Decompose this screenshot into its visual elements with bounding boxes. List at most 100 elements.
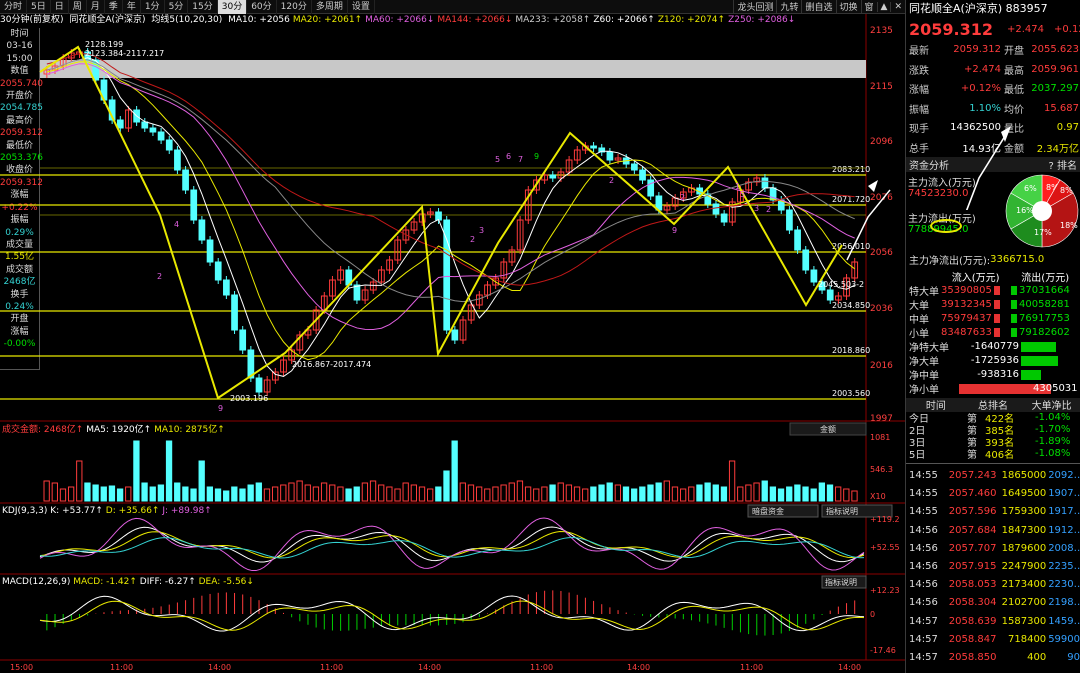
- candle-body[interactable]: [639, 169, 646, 181]
- candle-body[interactable]: [182, 169, 189, 191]
- flow-out-value: 76917753: [1019, 313, 1070, 324]
- candle-body[interactable]: [231, 294, 238, 331]
- candle-body[interactable]: [149, 127, 157, 133]
- volume-bar: [835, 486, 842, 502]
- candle-body[interactable]: [223, 279, 230, 296]
- volume-bar: [271, 486, 279, 502]
- sequence-number-1: 4: [174, 220, 179, 229]
- candle-body[interactable]: [720, 213, 728, 223]
- candle-body[interactable]: [198, 219, 206, 241]
- rank-ratio: -1.04%: [1035, 412, 1071, 423]
- candle-body[interactable]: [116, 119, 124, 129]
- price-tick-0: 2135: [870, 26, 893, 36]
- net-bar-cell: -1640779: [959, 341, 1077, 353]
- time-tick-6: 14:00: [627, 663, 650, 672]
- amount-select-label: 金额: [820, 424, 836, 434]
- volume-bar: [802, 486, 809, 502]
- candle-body[interactable]: [631, 163, 638, 171]
- flow-row: 中单 75979437 76917753: [906, 312, 1080, 326]
- volume-bar: [639, 486, 646, 502]
- pie-label-3: 17%: [1034, 228, 1052, 237]
- candle-body[interactable]: [157, 131, 165, 141]
- tick-price: 2057.596: [948, 506, 997, 518]
- candle-body[interactable]: [435, 211, 442, 221]
- tick-row: 14:56 2057.684 18473001912…: [906, 521, 1080, 539]
- sequence-number-6: 9: [534, 152, 539, 161]
- candle-body[interactable]: [549, 174, 557, 179]
- candle-body[interactable]: [590, 145, 597, 149]
- candle-body[interactable]: [606, 151, 614, 161]
- tick-amount: 59900: [1048, 633, 1080, 645]
- quote-value: 14362500: [950, 122, 1001, 134]
- candle-body[interactable]: [174, 149, 181, 171]
- tick-row: 14:57 2058.639 15873001459…: [906, 612, 1080, 630]
- volume-bar: [777, 488, 785, 502]
- tick-price: 2057.460: [948, 488, 997, 500]
- time-tick-3: 11:00: [320, 663, 343, 672]
- candle-body[interactable]: [141, 121, 149, 129]
- candle-body[interactable]: [810, 269, 818, 283]
- candle-body[interactable]: [451, 329, 459, 341]
- volume-bar: [720, 486, 728, 502]
- volume-bar: [116, 488, 124, 502]
- candle-body[interactable]: [786, 209, 793, 231]
- arrow-head-icon: [868, 180, 878, 192]
- candle-body[interactable]: [255, 377, 263, 393]
- tick-row: 14:55 2057.460 16495001907…: [906, 485, 1080, 503]
- candle-body[interactable]: [206, 239, 214, 263]
- tick-volume: 1649500: [1001, 488, 1047, 500]
- volume-bar: [459, 482, 466, 502]
- volume-bar: [149, 486, 156, 502]
- candle-body[interactable]: [794, 229, 801, 251]
- level-label-4: 2018.860: [832, 346, 870, 355]
- volume-bar: [255, 482, 262, 502]
- quote-value-2: 2059.961: [1031, 63, 1079, 75]
- quote-label: 涨幅: [909, 85, 929, 97]
- sequence-number-11: 9: [672, 226, 677, 235]
- candle-body[interactable]: [443, 219, 451, 331]
- quote-label: 振幅: [909, 104, 929, 116]
- candle-body[interactable]: [190, 189, 198, 221]
- time-tick-5: 11:00: [530, 663, 553, 672]
- volume-bar: [745, 484, 752, 502]
- price-change: +2.474: [1007, 23, 1045, 35]
- volume-bar: [679, 488, 687, 502]
- main-net-value: 3366715.0: [990, 254, 1045, 266]
- volume-bar: [696, 484, 703, 502]
- candle-body[interactable]: [761, 177, 769, 189]
- ranking-tab-label[interactable]: ? 排名: [1049, 157, 1078, 172]
- flow-out-value: 37031664: [1019, 285, 1070, 296]
- time-tick-0: 15:00: [10, 663, 33, 672]
- volume-bar: [647, 484, 654, 502]
- chart-canvas[interactable]: 213521152096207620562036201619972083.210…: [0, 0, 905, 673]
- tick-price: 2057.915: [948, 561, 997, 573]
- tick-volume: 1759300: [1001, 506, 1047, 518]
- candle-body[interactable]: [239, 329, 247, 351]
- pie-label-5: 6%: [1024, 184, 1037, 193]
- ma10-line: [46, 61, 855, 361]
- candle-body[interactable]: [214, 261, 222, 281]
- candle-body[interactable]: [353, 284, 361, 301]
- fund-analysis-tab[interactable]: 资金分析 ? 排名: [906, 157, 1080, 172]
- quote-row: 最新 2059.312 开盘 2055.623: [906, 40, 1080, 60]
- candle-body[interactable]: [165, 139, 173, 151]
- volume-bar: [67, 486, 75, 502]
- candle-body[interactable]: [712, 203, 720, 215]
- volume-bar: [353, 486, 360, 502]
- rank-ratio: -1.89%: [1035, 436, 1071, 447]
- tick-time: 14:57: [909, 651, 938, 663]
- volume-bar: [606, 482, 613, 502]
- tick-price: 2058.304: [948, 597, 997, 609]
- volume-bar: [280, 484, 287, 502]
- net-row: 净小单 4305031: [906, 382, 1080, 397]
- pie-label-4: 16%: [1016, 206, 1034, 215]
- fund-tab-label[interactable]: 资金分析: [909, 157, 949, 172]
- tick-row: 14:57 2058.850 400 90: [906, 648, 1080, 666]
- highlight-circle: [930, 219, 962, 233]
- flow-in-bar: [993, 314, 1000, 323]
- candle-body[interactable]: [802, 249, 810, 271]
- candle-body[interactable]: [826, 289, 834, 301]
- flow-header-cell-2: 流出(万元): [1021, 273, 1070, 284]
- flow-out-value: 79182602: [1019, 327, 1070, 338]
- net-row: 净大单 -1725936: [906, 354, 1080, 368]
